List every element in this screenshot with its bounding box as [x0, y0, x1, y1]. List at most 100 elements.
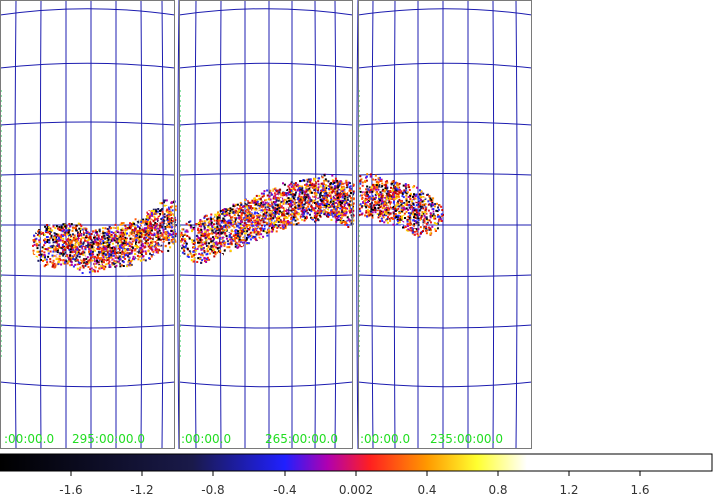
signal-pixel [206, 253, 209, 255]
signal-pixel [283, 201, 286, 204]
signal-pixel [359, 210, 362, 213]
signal-pixel [320, 203, 322, 206]
signal-pixel [303, 179, 306, 182]
signal-pixel [366, 198, 369, 201]
signal-pixel [103, 235, 106, 238]
signal-pixel [336, 182, 339, 185]
signal-pixel [306, 212, 309, 215]
signal-pixel [370, 204, 373, 207]
signal-pixel [79, 240, 82, 243]
signal-pixel [379, 206, 382, 209]
signal-pixel [345, 211, 348, 214]
signal-pixel [286, 181, 289, 184]
signal-pixel [218, 237, 221, 240]
signal-pixel [347, 221, 350, 224]
signal-pixel [161, 202, 164, 205]
signal-pixel [226, 216, 229, 219]
signal-pixel [33, 243, 36, 246]
signal-pixel [274, 204, 277, 207]
signal-pixel [268, 225, 271, 227]
signal-pixel [45, 236, 48, 238]
signal-pixel [374, 211, 377, 214]
signal-pixel [57, 258, 60, 261]
signal-pixel [376, 201, 379, 204]
signal-pixel [325, 197, 328, 200]
signal-pixel [263, 215, 266, 218]
signal-pixel [127, 230, 130, 232]
signal-pixel [88, 250, 90, 253]
signal-pixel [76, 259, 79, 262]
signal-pixel [153, 226, 156, 229]
signal-pixel [168, 217, 170, 220]
signal-pixel [138, 243, 141, 246]
signal-pixel [62, 223, 65, 226]
signal-pixel [343, 207, 346, 210]
signal-pixel [399, 184, 402, 187]
signal-pixel [50, 234, 53, 237]
signal-pixel [240, 203, 243, 206]
signal-pixel [151, 217, 154, 220]
signal-pixel [134, 227, 137, 230]
signal-pixel [193, 258, 196, 261]
signal-pixel [51, 265, 54, 268]
signal-pixel [383, 190, 386, 193]
signal-pixel [253, 231, 256, 234]
frame-1-panel[interactable]: :00:00.0 295:00:00.0 [0, 0, 177, 450]
signal-pixel [196, 238, 198, 241]
signal-pixel [306, 193, 309, 196]
signal-pixel [201, 254, 204, 257]
signal-pixel [293, 207, 296, 210]
signal-pixel [46, 224, 49, 226]
frame-2-panel[interactable]: :00:00.0 265:00:00.0 [177, 0, 355, 450]
signal-pixel [402, 184, 405, 187]
signal-pixel [208, 242, 210, 245]
signal-pixel [298, 216, 300, 219]
signal-pixel [163, 215, 166, 218]
signal-pixel [203, 249, 206, 252]
signal-pixel [315, 216, 318, 219]
signal-pixel [257, 218, 260, 221]
signal-pixel [279, 203, 282, 206]
signal-pixel [346, 184, 348, 187]
signal-pixel [212, 243, 215, 246]
signal-pixel [113, 262, 115, 265]
signal-pixel [129, 222, 131, 225]
signal-pixel [147, 245, 150, 248]
signal-pixel [148, 229, 151, 232]
frame-3-panel[interactable]: :00:00.0 235:00:00.0 [356, 0, 533, 450]
signal-pixel [49, 260, 52, 263]
signal-pixel [64, 231, 67, 234]
signal-pixel [159, 251, 161, 254]
signal-pixel [315, 202, 318, 205]
signal-pixel [305, 209, 308, 212]
signal-pixel [260, 205, 263, 208]
signal-pixel [207, 236, 210, 239]
signal-pixel [303, 196, 306, 199]
signal-pixel [111, 247, 114, 249]
signal-pixel [90, 259, 93, 262]
signal-pixel [155, 242, 158, 245]
signal-pixel [249, 206, 252, 209]
signal-pixel [43, 254, 46, 256]
signal-pixel [306, 219, 309, 222]
signal-pixel [219, 224, 222, 227]
signal-pixel [168, 203, 171, 206]
signal-pixel [118, 238, 121, 240]
signal-pixel [96, 270, 99, 273]
signal-pixel [60, 252, 63, 255]
signal-pixel [313, 185, 316, 188]
signal-pixel [341, 205, 344, 208]
signal-pixel [238, 238, 241, 241]
signal-pixel [105, 232, 108, 235]
signal-pixel [136, 231, 139, 234]
signal-pixel [336, 217, 339, 220]
signal-pixel [234, 209, 237, 212]
signal-pixel [135, 238, 138, 241]
signal-pixel [346, 196, 349, 199]
signal-pixel [157, 213, 160, 216]
signal-pixel [165, 236, 168, 239]
signal-pixel [266, 222, 269, 225]
signal-pixel [55, 258, 58, 261]
signal-pixel [71, 247, 74, 250]
signal-pixel [339, 201, 342, 203]
